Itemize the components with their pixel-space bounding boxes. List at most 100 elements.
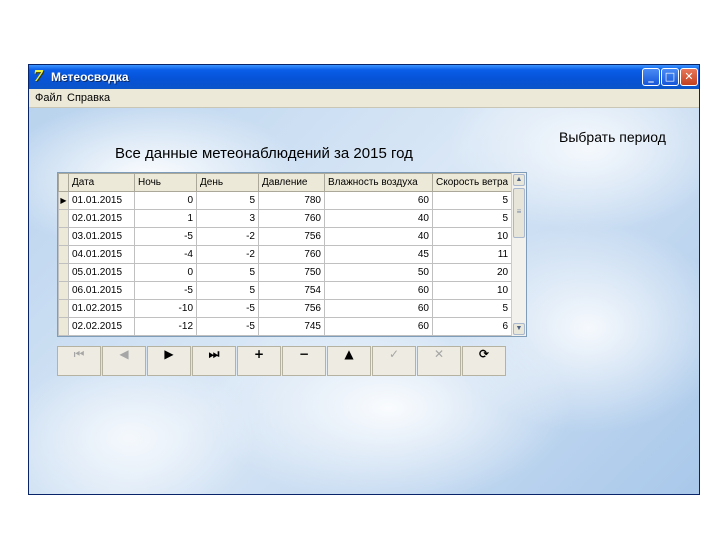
cell-humidity[interactable]: 45 [324,245,433,264]
table-row[interactable]: 02.01.2015 1 3 760 40 5 [58,209,513,228]
cell-day[interactable]: 5 [196,281,259,300]
table-row[interactable]: 06.01.2015 -5 5 754 60 10 [58,281,513,300]
column-header-humidity[interactable]: Влажность воздуха [324,173,433,192]
title-bar[interactable]: 7 Метеосводка _ □ ✕ [29,65,699,89]
app-window: 7 Метеосводка _ □ ✕ Файл Справка Все дан… [28,64,700,495]
row-indicator [58,299,69,318]
scroll-up-button[interactable]: ▲ [513,174,525,186]
nav-edit-button[interactable]: ▲ [327,346,371,376]
cell-date[interactable]: 05.01.2015 [68,263,135,282]
cell-date[interactable]: 01.01.2015 [68,191,135,210]
grid-header-row: Дата Ночь День Давление Влажность воздух… [58,173,513,192]
cell-humidity[interactable]: 60 [324,281,433,300]
cell-wind-speed[interactable]: 10 [431,281,513,300]
cell-pressure[interactable]: 760 [258,209,325,228]
table-row[interactable]: 04.01.2015 -4 -2 760 45 11 [58,245,513,264]
column-header-wind-speed[interactable]: Скорость ветра [431,173,513,192]
cell-day[interactable]: -5 [196,299,259,318]
cell-pressure[interactable]: 756 [258,299,325,318]
cell-humidity[interactable]: 50 [324,263,433,282]
cell-day[interactable]: 3 [196,209,259,228]
cell-day[interactable]: -5 [196,317,259,336]
column-header-pressure[interactable]: Давление [258,173,325,192]
cell-humidity[interactable]: 40 [324,227,433,246]
row-indicator [58,209,69,228]
nav-first-button[interactable]: ⏮ [57,346,101,376]
table-row[interactable]: 05.01.2015 0 5 750 50 20 [58,263,513,282]
cell-pressure[interactable]: 750 [258,263,325,282]
cell-night[interactable]: -10 [134,299,197,318]
cell-wind-speed[interactable]: 6 [431,317,513,336]
nav-insert-button[interactable]: + [237,346,281,376]
column-header-date[interactable]: Дата [68,173,135,192]
cell-date[interactable]: 01.02.2015 [68,299,135,318]
vertical-scrollbar[interactable]: ▲ ≡ ▼ [511,173,526,336]
cell-pressure[interactable]: 756 [258,227,325,246]
cell-pressure[interactable]: 780 [258,191,325,210]
column-header-day[interactable]: День [196,173,259,192]
db-navigator: ⏮ ◀ ▶ ⏭ + − ▲ ✓ ✕ ⟳ [57,346,507,376]
window-title: Метеосводка [51,70,129,84]
column-header-night[interactable]: Ночь [134,173,197,192]
cell-wind-speed[interactable]: 10 [431,227,513,246]
nav-next-button[interactable]: ▶ [147,346,191,376]
menu-help[interactable]: Справка [67,92,110,104]
scroll-thumb[interactable]: ≡ [513,188,525,238]
maximize-button[interactable]: □ [661,68,679,86]
cell-wind-speed[interactable]: 11 [431,245,513,264]
nav-cancel-button[interactable]: ✕ [417,346,461,376]
minimize-button[interactable]: _ [642,68,660,86]
row-indicator [58,281,69,300]
cell-day[interactable]: -2 [196,227,259,246]
cell-night[interactable]: 0 [134,191,197,210]
cell-night[interactable]: -4 [134,245,197,264]
client-area: Все данные метеонаблюдений за 2015 год В… [29,108,699,494]
nav-refresh-button[interactable]: ⟳ [462,346,506,376]
cell-humidity[interactable]: 60 [324,191,433,210]
cell-night[interactable]: 1 [134,209,197,228]
cell-night[interactable]: -5 [134,227,197,246]
close-button[interactable]: ✕ [680,68,698,86]
row-indicator [58,245,69,264]
cell-wind-speed[interactable]: 5 [431,191,513,210]
cell-pressure[interactable]: 760 [258,245,325,264]
app-icon: 7 [33,67,44,85]
cell-pressure[interactable]: 754 [258,281,325,300]
cell-date[interactable]: 04.01.2015 [68,245,135,264]
cell-wind-speed[interactable]: 20 [431,263,513,282]
table-row[interactable]: ▶ 01.01.2015 0 5 780 60 5 [58,191,513,210]
cell-night[interactable]: 0 [134,263,197,282]
cell-wind-speed[interactable]: 5 [431,209,513,228]
cell-pressure[interactable]: 745 [258,317,325,336]
nav-prior-button[interactable]: ◀ [102,346,146,376]
cell-date[interactable]: 02.02.2015 [68,317,135,336]
cell-night[interactable]: -5 [134,281,197,300]
menu-file[interactable]: Файл [35,92,62,104]
cell-wind-speed[interactable]: 5 [431,299,513,318]
cell-day[interactable]: 5 [196,191,259,210]
row-indicator-header [58,173,69,192]
cell-humidity[interactable]: 60 [324,299,433,318]
cell-day[interactable]: -2 [196,245,259,264]
current-row-indicator: ▶ [58,191,69,210]
data-grid[interactable]: Дата Ночь День Давление Влажность воздух… [57,172,527,337]
menu-bar: Файл Справка [29,89,699,108]
cell-night[interactable]: -12 [134,317,197,336]
cell-humidity[interactable]: 60 [324,317,433,336]
cell-humidity[interactable]: 40 [324,209,433,228]
table-row[interactable]: 01.02.2015 -10 -5 756 60 5 [58,299,513,318]
row-indicator [58,317,69,336]
page-title: Все данные метеонаблюдений за 2015 год [115,145,413,162]
scroll-down-button[interactable]: ▼ [513,323,525,335]
table-row[interactable]: 03.01.2015 -5 -2 756 40 10 [58,227,513,246]
nav-last-button[interactable]: ⏭ [192,346,236,376]
cell-date[interactable]: 03.01.2015 [68,227,135,246]
nav-delete-button[interactable]: − [282,346,326,376]
row-indicator [58,263,69,282]
cell-day[interactable]: 5 [196,263,259,282]
cell-date[interactable]: 02.01.2015 [68,209,135,228]
select-period-link[interactable]: Выбрать период [559,129,666,145]
nav-post-button[interactable]: ✓ [372,346,416,376]
table-row[interactable]: 02.02.2015 -12 -5 745 60 6 [58,317,513,336]
cell-date[interactable]: 06.01.2015 [68,281,135,300]
